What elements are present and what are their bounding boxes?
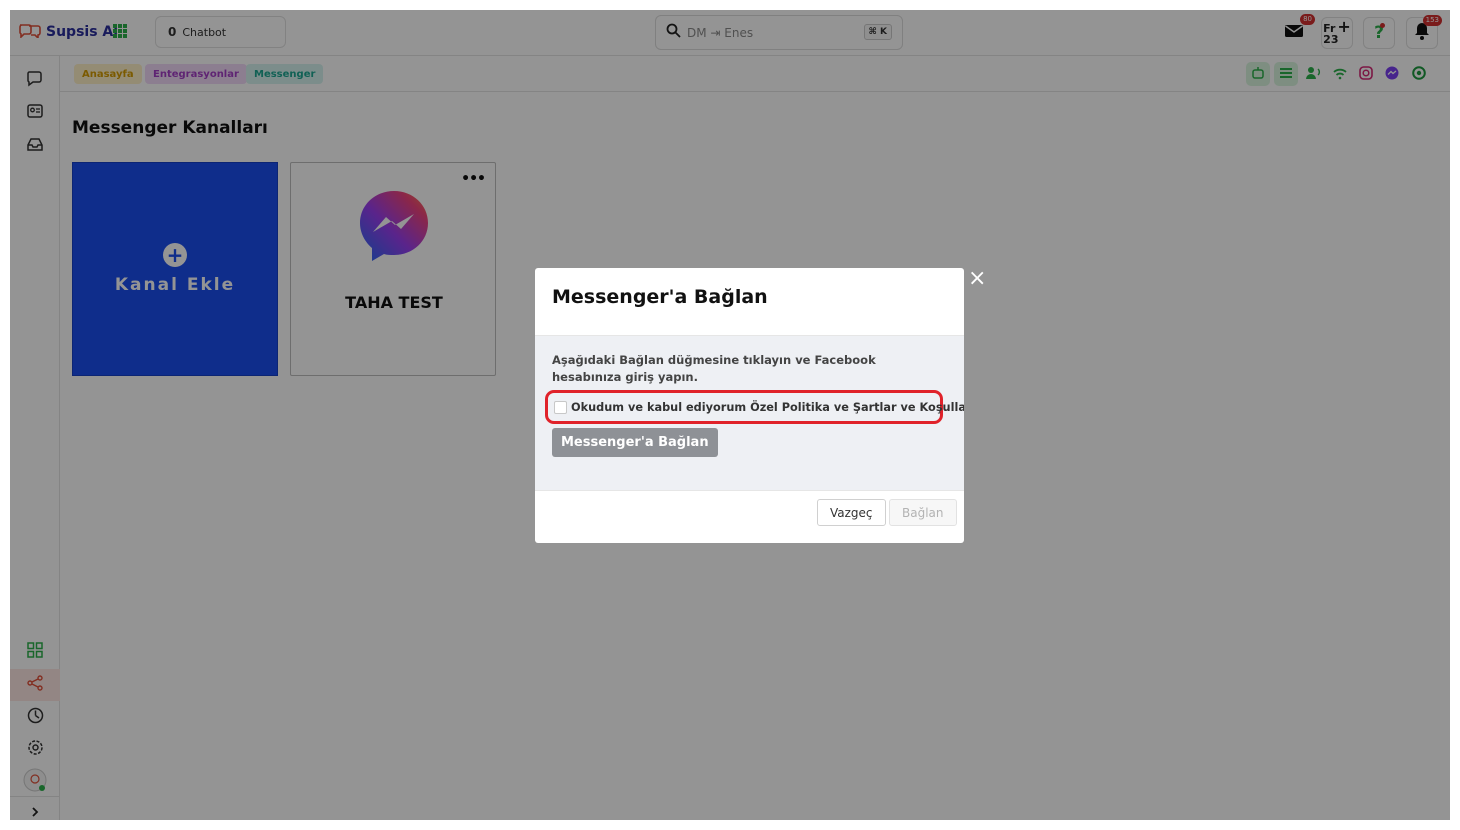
consent-checkbox-row[interactable]: Okudum ve kabul ediyorum Özel Politika v… bbox=[545, 390, 964, 424]
consent-label[interactable]: Okudum ve kabul ediyorum Özel Politika v… bbox=[571, 401, 964, 414]
dialog-body: Aşağıdaki Bağlan düğmesine tıklayın ve F… bbox=[535, 336, 964, 490]
cancel-button[interactable]: Vazgeç bbox=[817, 499, 886, 526]
consent-checkbox[interactable] bbox=[554, 400, 567, 414]
app-window: Supsis Ai 0 Chatbot DM ⇥ Enes ⌘ K 80 Fr +… bbox=[10, 10, 1450, 820]
dialog-title: Messenger'a Bağlan bbox=[552, 286, 768, 308]
dialog-footer: Vazgeç Bağlan bbox=[535, 490, 964, 535]
close-icon[interactable]: × bbox=[968, 268, 986, 290]
connect-messenger-button[interactable]: Messenger'a Bağlan bbox=[552, 428, 718, 457]
dialog-header: Messenger'a Bağlan bbox=[535, 268, 964, 336]
connect-button[interactable]: Bağlan bbox=[889, 499, 957, 526]
connect-messenger-dialog: Messenger'a Bağlan Aşağıdaki Bağlan düğm… bbox=[535, 268, 964, 543]
dialog-description: Aşağıdaki Bağlan düğmesine tıklayın ve F… bbox=[552, 353, 876, 384]
